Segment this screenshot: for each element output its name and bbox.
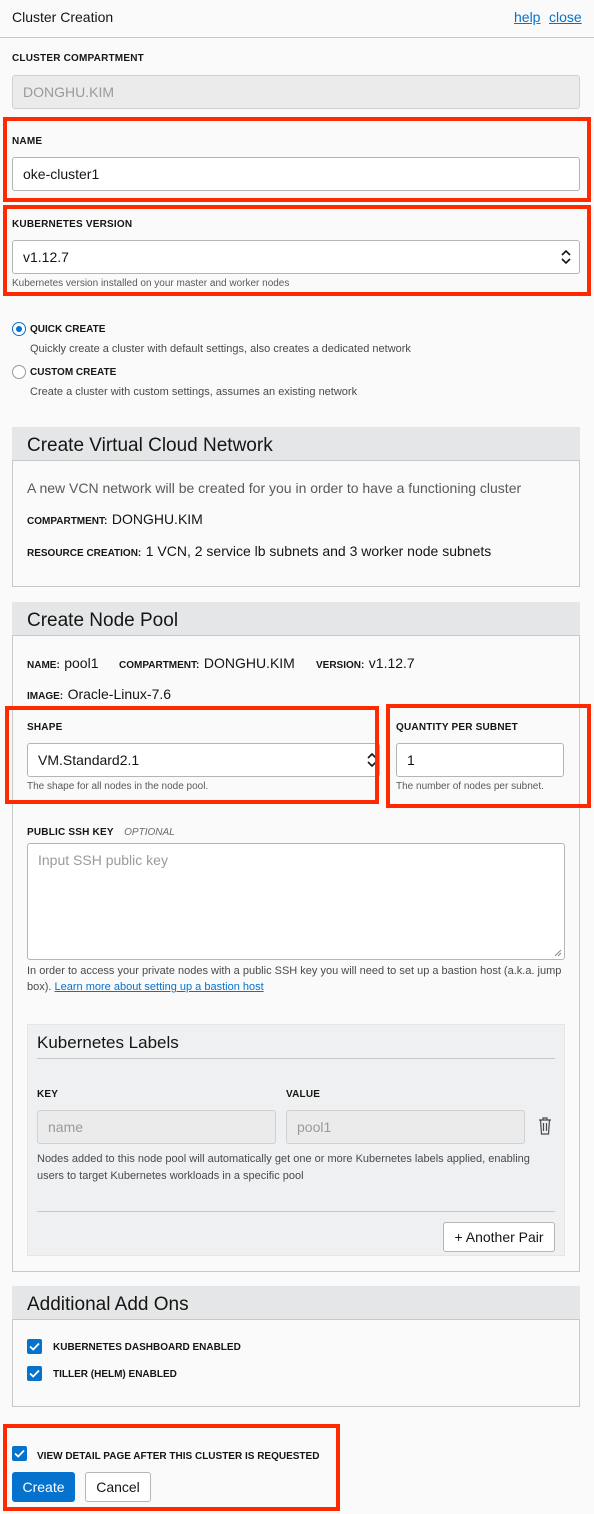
another-pair-button[interactable]: + Another Pair — [443, 1222, 555, 1252]
quick-create-radio[interactable] — [12, 322, 26, 336]
k8s-version-value: v1.12.7 — [23, 249, 69, 265]
tiller-label: TILLER (HELM) ENABLED — [53, 1369, 177, 1380]
pool-version-label: VERSION: — [316, 660, 365, 671]
pool-image-value: Oracle-Linux-7.6 — [67, 686, 172, 702]
resize-handle-icon[interactable] — [554, 949, 562, 957]
ssh-key-placeholder: Input SSH public key — [38, 852, 168, 868]
help-link[interactable]: help — [514, 9, 540, 25]
ssh-key-optional: OPTIONAL — [124, 827, 175, 838]
shape-label: SHAPE — [27, 722, 63, 733]
tiller-checkbox[interactable] — [27, 1366, 42, 1381]
vcn-compartment-value: DONGHU.KIM — [111, 511, 203, 527]
quick-create-label: QUICK CREATE — [30, 324, 106, 335]
custom-create-label: CUSTOM CREATE — [30, 367, 117, 378]
dashboard-label: KUBERNETES DASHBOARD ENABLED — [53, 1342, 241, 1353]
view-detail-label: VIEW DETAIL PAGE AFTER THIS CLUSTER IS R… — [37, 1451, 320, 1462]
pool-compartment-label: COMPARTMENT: — [119, 660, 200, 671]
quick-create-desc: Quickly create a cluster with default se… — [30, 343, 411, 355]
close-link[interactable]: close — [549, 9, 582, 25]
quantity-label: QUANTITY PER SUBNET — [396, 722, 518, 733]
ssh-key-help: In order to access your private nodes wi… — [27, 963, 567, 995]
chevron-updown-icon — [561, 249, 571, 265]
pool-version-row: VERSION: v1.12.7 — [316, 655, 415, 673]
vcn-panel-title: Create Virtual Cloud Network — [27, 435, 273, 456]
view-detail-checkbox[interactable] — [12, 1446, 27, 1461]
quantity-hint: The number of nodes per subnet. — [396, 781, 544, 792]
pool-compartment-row: COMPARTMENT: DONGHU.KIM — [119, 655, 295, 673]
dialog-title: Cluster Creation — [12, 9, 114, 25]
chevron-updown-icon — [367, 752, 377, 768]
shape-value: VM.Standard2.1 — [38, 752, 140, 768]
checkmark-icon — [29, 1342, 40, 1351]
k8s-version-select[interactable]: v1.12.7 — [12, 240, 580, 274]
create-button[interactable]: Create — [12, 1472, 75, 1502]
shape-hint: The shape for all nodes in the node pool… — [27, 781, 209, 792]
pool-compartment-value: DONGHU.KIM — [203, 655, 295, 671]
cancel-button[interactable]: Cancel — [85, 1472, 151, 1502]
vcn-resource-label: RESOURCE CREATION: — [27, 548, 142, 559]
vcn-intro: A new VCN network will be created for yo… — [27, 480, 522, 496]
key-header: KEY — [37, 1089, 59, 1100]
vcn-compartment-label: COMPARTMENT: — [27, 516, 108, 527]
pool-image-label: IMAGE: — [27, 691, 64, 702]
checkmark-icon — [29, 1369, 40, 1378]
compartment-label: CLUSTER COMPARTMENT — [12, 53, 144, 64]
quantity-input[interactable]: 1 — [396, 743, 564, 777]
k8s-version-hint: Kubernetes version installed on your mas… — [12, 278, 290, 289]
compartment-field: DONGHU.KIM — [12, 75, 580, 109]
custom-create-radio[interactable] — [12, 365, 26, 379]
pool-image-row: IMAGE: Oracle-Linux-7.6 — [27, 686, 171, 704]
vcn-resource-row: RESOURCE CREATION: 1 VCN, 2 service lb s… — [27, 543, 491, 561]
ssh-key-textarea[interactable]: Input SSH public key — [27, 843, 565, 960]
trash-icon[interactable] — [537, 1116, 553, 1135]
kubernetes-labels-title: Kubernetes Labels — [37, 1033, 179, 1052]
pool-version-value: v1.12.7 — [368, 655, 415, 671]
bastion-host-link[interactable]: Learn more about setting up a bastion ho… — [55, 981, 264, 993]
ssh-key-label-row: PUBLIC SSH KEY OPTIONAL — [27, 822, 175, 840]
labels-bottom-divider — [37, 1211, 555, 1212]
pool-name-value: pool1 — [64, 655, 99, 671]
value-header: VALUE — [286, 1089, 321, 1100]
cluster-name-input[interactable]: oke-cluster1 — [12, 157, 580, 191]
vcn-compartment-row: COMPARTMENT: DONGHU.KIM — [27, 511, 203, 529]
shape-select[interactable]: VM.Standard2.1 — [27, 743, 380, 777]
pool-name-row: NAME: pool1 — [27, 655, 99, 673]
custom-create-desc: Create a cluster with custom settings, a… — [30, 386, 358, 398]
checkmark-icon — [14, 1449, 25, 1458]
pool-name-label: NAME: — [27, 660, 60, 671]
kubernetes-labels-divider — [37, 1058, 555, 1059]
label-key-input[interactable]: name — [37, 1110, 276, 1144]
label-value-input[interactable]: pool1 — [286, 1110, 525, 1144]
dashboard-checkbox[interactable] — [27, 1339, 42, 1354]
k8s-version-label: KUBERNETES VERSION — [12, 219, 133, 230]
addons-panel-title: Additional Add Ons — [27, 1294, 189, 1315]
ssh-key-label: PUBLIC SSH KEY — [27, 827, 114, 838]
node-pool-panel-title: Create Node Pool — [27, 610, 179, 631]
name-label: NAME — [12, 136, 43, 147]
vcn-resource-value: 1 VCN, 2 service lb subnets and 3 worker… — [145, 543, 492, 559]
labels-help: Nodes added to this node pool will autom… — [37, 1153, 530, 1182]
